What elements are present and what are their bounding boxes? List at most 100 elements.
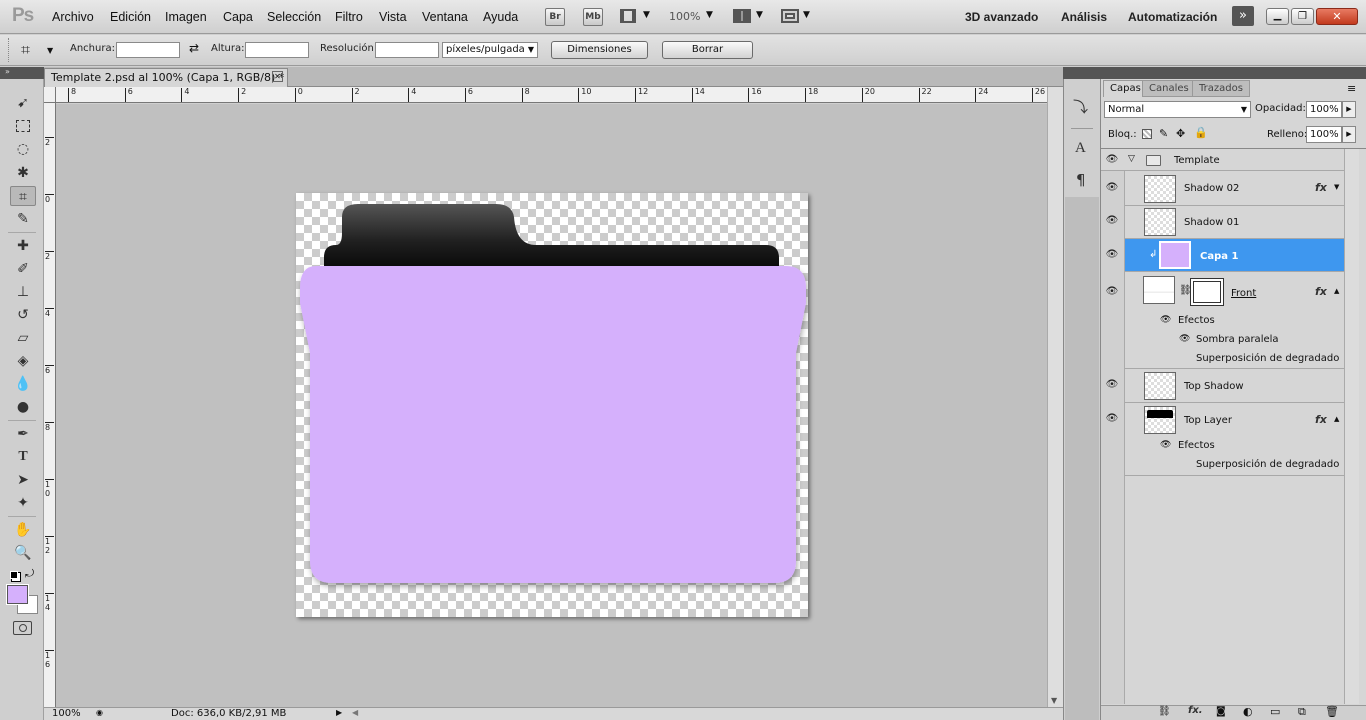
eye-icon[interactable]: 👁: [1104, 154, 1120, 166]
new-layer-icon[interactable]: ⧉: [1298, 705, 1306, 719]
fill-slider-icon[interactable]: ▶: [1342, 126, 1356, 143]
eye-icon[interactable]: 👁: [1104, 215, 1120, 227]
width-input[interactable]: [116, 42, 180, 58]
paint-bucket-tool-icon[interactable]: ◈: [10, 351, 36, 371]
clone-stamp-tool-icon[interactable]: ⊥: [10, 282, 36, 302]
type-tool-icon[interactable]: T: [10, 447, 36, 467]
hand-tool-icon[interactable]: ✋: [10, 520, 36, 540]
workspace-automatizacion[interactable]: Automatización: [1128, 10, 1217, 24]
more-workspaces-icon[interactable]: »: [1232, 6, 1254, 26]
effect-eye-icon[interactable]: 👁: [1179, 334, 1190, 344]
preset-dropdown-icon[interactable]: ▼: [47, 46, 53, 55]
menu-imagen[interactable]: Imagen: [165, 10, 207, 24]
dimensions-button[interactable]: Dimensiones: [551, 41, 648, 59]
dodge-tool-icon[interactable]: ●: [10, 397, 36, 417]
minimize-icon[interactable]: ▁: [1266, 8, 1289, 25]
default-colors-icon[interactable]: [10, 571, 18, 579]
menu-ayuda[interactable]: Ayuda: [483, 10, 518, 24]
close-icon[interactable]: ✕: [1316, 8, 1358, 25]
eye-icon[interactable]: 👁: [1104, 182, 1120, 194]
effects-eye-icon[interactable]: 👁: [1160, 315, 1171, 325]
quick-mask-icon[interactable]: [13, 621, 32, 635]
eyedropper-tool-icon[interactable]: ✎: [10, 209, 36, 229]
lock-pixels-icon[interactable]: ✎: [1159, 127, 1168, 140]
effects-toggle-icon[interactable]: ▼: [1334, 183, 1339, 191]
opacity-slider-icon[interactable]: ▶: [1342, 101, 1356, 118]
collapse-icon[interactable]: »: [5, 67, 10, 76]
status-info-icon[interactable]: ◉: [96, 708, 103, 717]
layer-group-template[interactable]: [1101, 149, 1344, 171]
status-menu-arrow-icon[interactable]: ▶: [336, 708, 342, 717]
extras-icon[interactable]: [620, 9, 636, 23]
custom-shape-tool-icon[interactable]: ✦: [10, 493, 36, 513]
zoom-level[interactable]: 100%: [669, 10, 700, 23]
scroll-left-icon[interactable]: ◀: [352, 708, 358, 717]
status-zoom[interactable]: 100%: [52, 708, 81, 719]
dock-strip-header[interactable]: [1063, 67, 1101, 79]
workspace-3d-avanzado[interactable]: 3D avanzado: [965, 10, 1038, 24]
document-canvas[interactable]: [296, 193, 808, 617]
opacity-input[interactable]: 100%: [1306, 101, 1342, 118]
crop-tool-icon[interactable]: ⌗: [10, 186, 36, 206]
marquee-tool-icon[interactable]: [16, 120, 30, 132]
panel-menu-icon[interactable]: ≡: [1347, 82, 1356, 95]
effects-toggle-icon[interactable]: ▲: [1334, 415, 1339, 423]
clear-button[interactable]: Borrar: [662, 41, 753, 59]
units-select[interactable]: píxeles/pulgada ▼: [442, 42, 538, 58]
vertical-scrollbar[interactable]: ▼: [1047, 87, 1063, 707]
menu-edicion[interactable]: Edición: [110, 10, 151, 24]
arrange-dropdown-icon[interactable]: ▼: [756, 10, 763, 20]
fx-icon[interactable]: fx: [1315, 285, 1327, 298]
new-group-icon[interactable]: ▭: [1270, 705, 1280, 718]
bridge-button[interactable]: Br: [545, 8, 565, 26]
menu-seleccion[interactable]: Selección: [267, 10, 321, 24]
blend-mode-select[interactable]: Normal ▼: [1104, 101, 1251, 118]
zoom-dropdown-icon[interactable]: ▼: [706, 10, 713, 20]
link-layers-icon[interactable]: ⛓: [1158, 706, 1171, 717]
lasso-tool-icon[interactable]: ◌: [10, 139, 36, 159]
eye-icon[interactable]: 👁: [1104, 413, 1120, 425]
effect-gradient-overlay[interactable]: Superposición de degradado: [1196, 353, 1339, 364]
extras-dropdown-icon[interactable]: ▼: [643, 10, 650, 20]
swap-colors-icon[interactable]: ⤾: [25, 567, 34, 581]
adjustment-layer-icon[interactable]: ◐: [1243, 705, 1253, 718]
eye-icon[interactable]: 👁: [1104, 379, 1120, 391]
pen-tool-icon[interactable]: ✒: [10, 424, 36, 444]
fx-icon[interactable]: fx: [1315, 181, 1327, 194]
resolution-input[interactable]: [375, 42, 439, 58]
effect-drop-shadow[interactable]: Sombra paralela: [1196, 334, 1279, 345]
healing-brush-tool-icon[interactable]: ✚: [10, 236, 36, 256]
effect-gradient-overlay[interactable]: Superposición de degradado: [1196, 459, 1339, 470]
foreground-color-swatch[interactable]: [7, 585, 28, 604]
eraser-tool-icon[interactable]: ▱: [10, 328, 36, 348]
menu-vista[interactable]: Vista: [379, 10, 407, 24]
layers-panel-header[interactable]: [1101, 67, 1366, 79]
swap-icon[interactable]: ⇄: [189, 41, 199, 55]
zoom-tool-icon[interactable]: 🔍: [10, 543, 36, 563]
fx-icon[interactable]: fx: [1315, 413, 1327, 426]
screen-mode-dropdown-icon[interactable]: ▼: [803, 10, 810, 20]
screen-mode-icon[interactable]: [781, 9, 799, 23]
arrange-documents-icon[interactable]: [733, 9, 751, 23]
history-panel-icon[interactable]: ⤵: [1073, 96, 1088, 117]
eye-icon[interactable]: 👁: [1104, 249, 1120, 261]
tab-canales[interactable]: Canales: [1142, 80, 1196, 97]
blur-tool-icon[interactable]: 💧: [10, 374, 36, 394]
brush-tool-icon[interactable]: ✐: [10, 259, 36, 279]
fill-input[interactable]: 100%: [1306, 126, 1342, 143]
document-tab[interactable]: Template 2.psd al 100% (Capa 1, RGB/8) *…: [44, 68, 288, 87]
add-style-icon[interactable]: fx.: [1188, 705, 1203, 716]
lock-position-icon[interactable]: ✥: [1176, 127, 1185, 140]
delete-layer-icon[interactable]: 🗑: [1325, 705, 1339, 718]
ruler-origin[interactable]: [44, 87, 56, 103]
menu-capa[interactable]: Capa: [223, 10, 253, 24]
restore-icon[interactable]: ❐: [1291, 8, 1314, 25]
history-brush-tool-icon[interactable]: ↺: [10, 305, 36, 325]
workspace-analisis[interactable]: Análisis: [1061, 10, 1107, 24]
toolbox-header[interactable]: »: [0, 67, 44, 79]
lock-all-icon[interactable]: 🔒: [1194, 126, 1208, 139]
lock-transparency-icon[interactable]: [1142, 129, 1152, 139]
effects-toggle-icon[interactable]: ▲: [1334, 287, 1339, 295]
character-panel-icon[interactable]: A: [1075, 140, 1086, 157]
path-selection-tool-icon[interactable]: ➤: [10, 470, 36, 490]
